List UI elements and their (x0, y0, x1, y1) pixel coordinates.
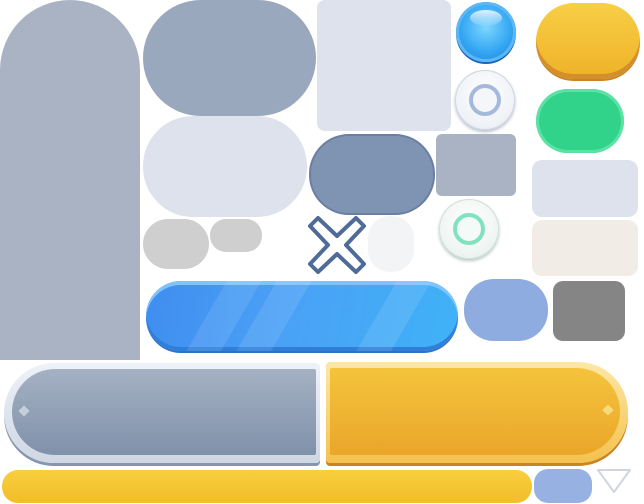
periwinkle-pill-small (534, 469, 592, 503)
white-pill (368, 216, 414, 272)
radio-ring-green-icon[interactable] (439, 199, 499, 259)
panel-square-light (317, 0, 451, 131)
yellow-progress-bar (2, 470, 532, 503)
panel-pill-dark (143, 0, 316, 116)
dark-gray-square (553, 281, 625, 341)
radio-ring-icon[interactable] (455, 70, 515, 130)
slate-blue-pill[interactable] (309, 134, 435, 215)
panel-pill-light (143, 116, 307, 217)
periwinkle-pill (464, 279, 548, 341)
silver-frame-button[interactable] (4, 363, 320, 463)
triangle-down-icon[interactable] (596, 468, 632, 494)
slate-square-panel (436, 134, 516, 196)
close-icon[interactable] (306, 214, 368, 276)
green-button[interactable] (536, 89, 624, 153)
gray-pill-small (210, 219, 262, 252)
blue-button-wide[interactable] (146, 281, 458, 351)
panel-gray-light (532, 160, 638, 217)
panel-cream (532, 220, 638, 276)
panel-tall-slate (0, 0, 140, 360)
yellow-button-small[interactable] (536, 3, 640, 79)
gray-pill-large (143, 219, 209, 269)
gold-frame-button[interactable] (326, 362, 628, 463)
blue-orb-icon[interactable] (456, 2, 516, 62)
